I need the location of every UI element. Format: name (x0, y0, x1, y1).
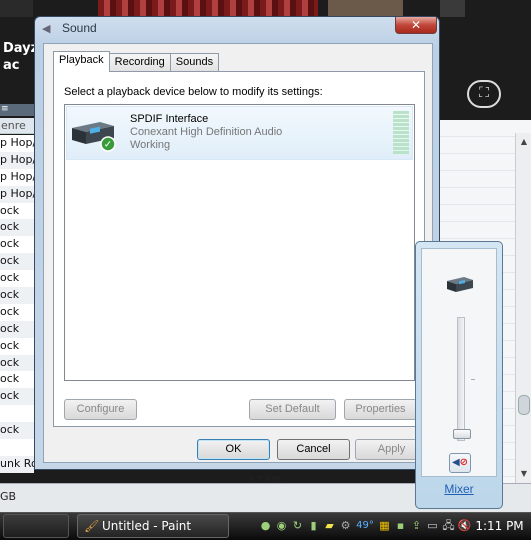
device-driver: Conexant High Definition Audio (130, 126, 283, 138)
ok-button[interactable]: OK (197, 439, 270, 460)
fullscreen-icon[interactable]: ⛶ (467, 80, 501, 108)
device-item-spdif[interactable]: ✓ SPDIF Interface Conexant High Definiti… (66, 106, 413, 160)
library-row[interactable]: ock (0, 253, 34, 271)
storage-text: GB (0, 490, 17, 503)
level-meter-bar (393, 111, 409, 114)
library-scrollbar[interactable]: ▲ ▼ (515, 133, 531, 483)
library-row[interactable]: p Hop/ (0, 185, 34, 203)
dialog-body: Playback Recording Sounds Select a playb… (43, 43, 433, 463)
library-row[interactable]: p Hop/ (0, 151, 34, 169)
volume-panel: ◀⊘ (421, 248, 497, 477)
library-toolbar: ≡ (0, 104, 34, 116)
now-playing-title: Dayz ac (3, 41, 39, 73)
display-icon[interactable]: ▭ (425, 518, 440, 534)
device-name: SPDIF Interface (130, 113, 209, 125)
level-meter-bar (393, 119, 409, 122)
configure-button[interactable]: Configure (64, 399, 137, 420)
library-row[interactable]: ock (0, 388, 34, 406)
library-row[interactable]: p Hop/ (0, 135, 34, 152)
library-row[interactable]: ock (0, 371, 34, 389)
sound-dialog: ◀ Sound ✕ Playback Recording Sounds Sele… (34, 16, 440, 470)
level-meter (393, 111, 409, 155)
scrollbar-thumb[interactable] (518, 395, 530, 415)
system-tray: ● ◉ ↻ ▮ ▰ ⚙ 49° ▦ ▪ ⇪ ▭ 🖧 🔇 (258, 514, 472, 538)
level-meter-bar (393, 135, 409, 138)
library-row[interactable]: ock (0, 270, 34, 288)
library-list: p Hop/p Hop/p Hop/p Hop/ock ock ock ock ock o… (0, 135, 34, 473)
device-list[interactable]: ✓ SPDIF Interface Conexant High Definiti… (64, 104, 415, 381)
library-row[interactable]: p Hop/ (0, 168, 34, 186)
safely-remove-icon[interactable]: ⇪ (409, 518, 424, 534)
album-art-thumb-2 (440, 0, 465, 17)
sidebar-icon[interactable]: ▮ (306, 518, 321, 534)
level-meter-bar (393, 139, 409, 142)
notes-icon[interactable]: ▰ (322, 518, 337, 534)
library-row[interactable]: ock (0, 287, 34, 304)
level-meter-bar (393, 131, 409, 134)
library-row[interactable]: ock (0, 303, 34, 321)
playback-panel: Select a playback device below to modify… (53, 71, 425, 427)
slider-tick (471, 379, 475, 380)
level-meter-bar (393, 151, 409, 154)
dialog-title: Sound (62, 21, 97, 35)
tab-recording[interactable]: Recording (108, 53, 171, 72)
device-text: SPDIF Interface Conexant High Definition… (130, 113, 282, 152)
windows-flag-icon[interactable]: ▦ (377, 518, 392, 534)
volume-slider-thumb[interactable] (453, 428, 471, 439)
device-status: Working (130, 139, 171, 151)
library-row[interactable]: ock (0, 202, 34, 220)
scroll-down-icon[interactable]: ▼ (519, 469, 529, 478)
volume-slider-track[interactable] (457, 317, 465, 441)
scroll-up-icon[interactable]: ▲ (519, 137, 529, 146)
network-connection-icon[interactable]: 🖧 (441, 518, 456, 534)
album-art-thumb (328, 0, 403, 17)
level-meter-bar (393, 127, 409, 130)
paint-icon: 🖌 (84, 519, 100, 533)
library-row[interactable]: ock (0, 422, 34, 440)
tab-playback[interactable]: Playback (53, 51, 110, 72)
close-button[interactable]: ✕ (395, 17, 437, 34)
level-meter-bar (393, 115, 409, 118)
library-row[interactable]: ock (0, 219, 34, 237)
library-row[interactable]: ock (0, 354, 34, 372)
file-size-text: 3.7 MB (247, 475, 282, 486)
album-art-strip (98, 0, 318, 17)
spdif-device-icon: ✓ (72, 122, 116, 152)
mixer-link[interactable]: Mixer (416, 482, 502, 496)
library-row[interactable] (0, 439, 34, 456)
cancel-button[interactable]: Cancel (277, 439, 350, 460)
mute-button[interactable]: ◀⊘ (449, 453, 471, 473)
tab-strip: Playback Recording Sounds (53, 51, 220, 72)
green-app-icon[interactable]: ▪ (393, 518, 408, 534)
library-row[interactable] (0, 405, 34, 423)
tab-sounds[interactable]: Sounds (169, 53, 220, 72)
taskbar-paint-button[interactable]: 🖌 Untitled - Paint (77, 514, 229, 538)
weather-temperature[interactable]: 49° (354, 518, 376, 534)
speaker-icon: ◀ (42, 22, 51, 35)
album-art-strip-left (0, 0, 33, 17)
settings-gear-icon[interactable]: ⚙ (338, 518, 353, 534)
taskbar-clock[interactable]: 1:11 PM (468, 514, 531, 538)
messenger-icon[interactable]: ◉ (274, 518, 289, 534)
instruction-text: Select a playback device below to modify… (64, 86, 323, 98)
network-icon[interactable]: ● (258, 518, 273, 534)
library-row[interactable]: ock (0, 337, 34, 355)
taskbar-paint-label: Untitled - Paint (102, 519, 192, 533)
properties-button[interactable]: Properties (344, 399, 417, 420)
update-icon[interactable]: ↻ (290, 518, 305, 534)
level-meter-bar (393, 143, 409, 146)
library-row[interactable]: unk Roc (0, 455, 34, 473)
level-meter-bar (393, 123, 409, 126)
library-row[interactable]: ock (0, 320, 34, 338)
default-check-icon: ✓ (104, 140, 112, 151)
set-default-button[interactable]: Set Default (249, 399, 336, 420)
speaker-muted-icon: ◀⊘ (451, 457, 469, 468)
taskbar-button[interactable] (3, 514, 69, 538)
genre-column-header[interactable]: enre (0, 118, 34, 134)
level-meter-bar (393, 147, 409, 150)
volume-flyout: ◀⊘ Mixer (415, 241, 503, 509)
speaker-device-icon[interactable] (446, 273, 474, 295)
library-row[interactable]: ock (0, 236, 34, 254)
